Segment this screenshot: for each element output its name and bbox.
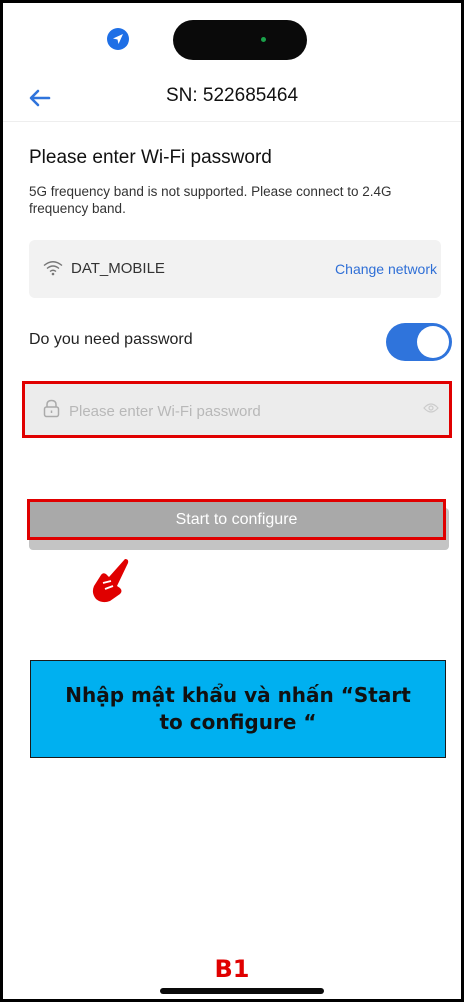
instruction-text: Nhập mật khẩu và nhấn “Start to configur… [65, 683, 411, 734]
camera-dot [261, 37, 266, 42]
password-required-label: Do you need password [29, 331, 193, 348]
page-title: SN: 522685464 [165, 85, 299, 106]
lock-icon [43, 399, 60, 418]
password-field [22, 381, 452, 438]
step-label: B1 [214, 955, 250, 983]
hand-pointer-icon [92, 559, 129, 603]
wifi-icon [43, 261, 63, 276]
phone-screen: SN: 522685464 Please enter Wi-Fi passwor… [0, 0, 464, 1002]
toggle-knob [417, 326, 449, 358]
password-required-toggle[interactable] [386, 323, 452, 361]
dynamic-island [173, 20, 307, 60]
change-network-link[interactable]: Change network [335, 261, 437, 277]
nav-bar: SN: 522685464 [3, 73, 461, 122]
start-configure-button[interactable]: Start to configure [27, 499, 446, 540]
location-arrow-icon [107, 28, 129, 50]
wifi-password-heading: Please enter Wi-Fi password [29, 147, 272, 168]
eye-icon[interactable] [423, 402, 439, 414]
password-input[interactable] [67, 392, 411, 430]
status-bar [3, 3, 461, 73]
network-card: DAT_MOBILE Change network [29, 240, 441, 298]
instruction-callout: Nhập mật khẩu và nhấn “Start to configur… [30, 660, 446, 758]
network-name: DAT_MOBILE [71, 260, 165, 277]
home-indicator [160, 988, 324, 994]
band-note: 5G frequency band is not supported. Plea… [29, 184, 392, 216]
